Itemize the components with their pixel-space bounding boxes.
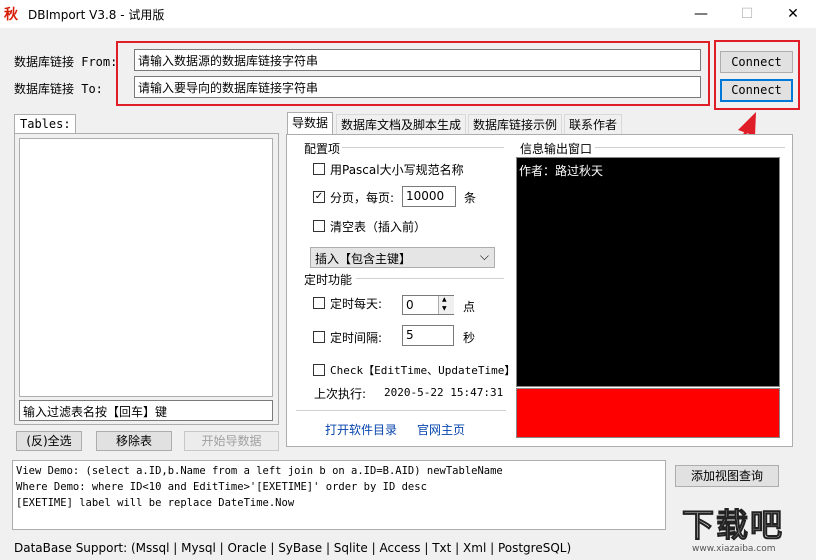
tab-contact-author[interactable]: 联系作者 (564, 114, 623, 134)
interval-unit: 秒 (463, 331, 476, 345)
watermark: 下载吧 www.xiazaiba.com (678, 500, 812, 558)
interval-seconds-input[interactable]: 5 (402, 325, 454, 346)
insert-mode-select[interactable]: 插入【包含主键】 ⌵ (310, 247, 495, 268)
add-view-query-button[interactable]: 添加视图查询 (675, 465, 779, 487)
daily-label: 定时每天: (330, 297, 383, 311)
demo-line: Where Demo: where ID<10 and EditTime>'[E… (16, 481, 427, 493)
tab-docs-scripts[interactable]: 数据库文档及脚本生成 (336, 114, 467, 134)
demo-line: [EXETIME] label will be replace DateTime… (16, 497, 295, 509)
clear-table-label: 清空表（插入前） (330, 220, 427, 234)
start-import-button[interactable]: 开始导数据 (184, 431, 279, 451)
check-edittime-label: Check【EditTime、UpdateTime】 (330, 364, 516, 377)
timer-divider (356, 278, 504, 279)
window-title: DBImport V3.8 - 试用版 (28, 8, 165, 22)
status-bar-text: DataBase Support: (Mssql | Mysql | Oracl… (14, 541, 572, 555)
pascal-label: 用Pascal大小写规范名称 (330, 163, 464, 177)
config-divider (342, 147, 504, 148)
table-filter-input[interactable]: 输入过滤表名按【回车】键 (19, 400, 273, 421)
pascal-checkbox[interactable] (313, 163, 325, 175)
remove-table-button[interactable]: 移除表 (96, 431, 172, 451)
query-demo-textarea[interactable]: View Demo: (select a.ID,b.Name from a le… (12, 460, 666, 530)
tab-import[interactable]: 导数据 (287, 112, 334, 135)
last-exec-label: 上次执行: (314, 387, 367, 401)
check-edittime-checkbox[interactable] (313, 364, 325, 376)
config-title: 配置项 (304, 142, 341, 156)
homepage-link[interactable]: 官网主页 (417, 421, 465, 438)
paging-size-input[interactable]: 10000 (402, 186, 456, 207)
interval-checkbox[interactable] (313, 331, 325, 343)
annotation-box-inputs (116, 41, 710, 106)
tables-tab: Tables: (14, 114, 76, 134)
app-icon: 秋 (4, 7, 18, 23)
paging-unit: 条 (464, 191, 477, 205)
spin-down-icon[interactable]: ▼ (442, 305, 447, 312)
daily-unit: 点 (463, 300, 476, 314)
timer-title: 定时功能 (304, 273, 353, 287)
chevron-down-icon: ⌵ (479, 249, 489, 263)
close-button[interactable]: ✕ (770, 0, 816, 28)
watermark-url: www.xiazaiba.com (692, 544, 776, 554)
output-text: 作者：路过秋天 (519, 164, 604, 178)
demo-line: View Demo: (select a.ID,b.Name from a le… (16, 465, 503, 477)
links-divider (296, 410, 506, 411)
insert-mode-value: 插入【包含主键】 (315, 252, 412, 266)
clear-table-checkbox[interactable] (313, 220, 325, 232)
to-label: 数据库链接 To: (14, 82, 103, 96)
paging-label: 分页，每页: (330, 191, 395, 205)
interval-label: 定时间隔: (330, 331, 383, 345)
minimize-button[interactable]: — (678, 0, 724, 28)
paging-checkbox[interactable]: ✓ (313, 191, 325, 203)
maximize-button[interactable]: ☐ (724, 0, 770, 28)
spin-up-icon[interactable]: ▲ (442, 296, 447, 303)
last-exec-value: 2020-5-22 15:47:31 (384, 386, 504, 399)
output-divider (595, 147, 785, 148)
progress-indicator (516, 388, 780, 438)
tables-list[interactable] (19, 138, 273, 397)
select-all-button[interactable]: (反)全选 (16, 431, 82, 451)
from-label: 数据库链接 From: (14, 55, 118, 69)
title-bar: 秋 DBImport V3.8 - 试用版 — ☐ ✕ (0, 0, 816, 28)
watermark-brand: 下载吧 (681, 506, 785, 545)
open-dir-link[interactable]: 打开软件目录 (325, 421, 397, 438)
tab-connection-examples[interactable]: 数据库链接示例 (468, 114, 563, 134)
daily-checkbox[interactable] (313, 297, 325, 309)
output-title: 信息输出窗口 (520, 142, 593, 156)
output-console: 作者：路过秋天 (516, 157, 780, 387)
hour-spinner[interactable]: ▲ ▼ (438, 296, 454, 314)
